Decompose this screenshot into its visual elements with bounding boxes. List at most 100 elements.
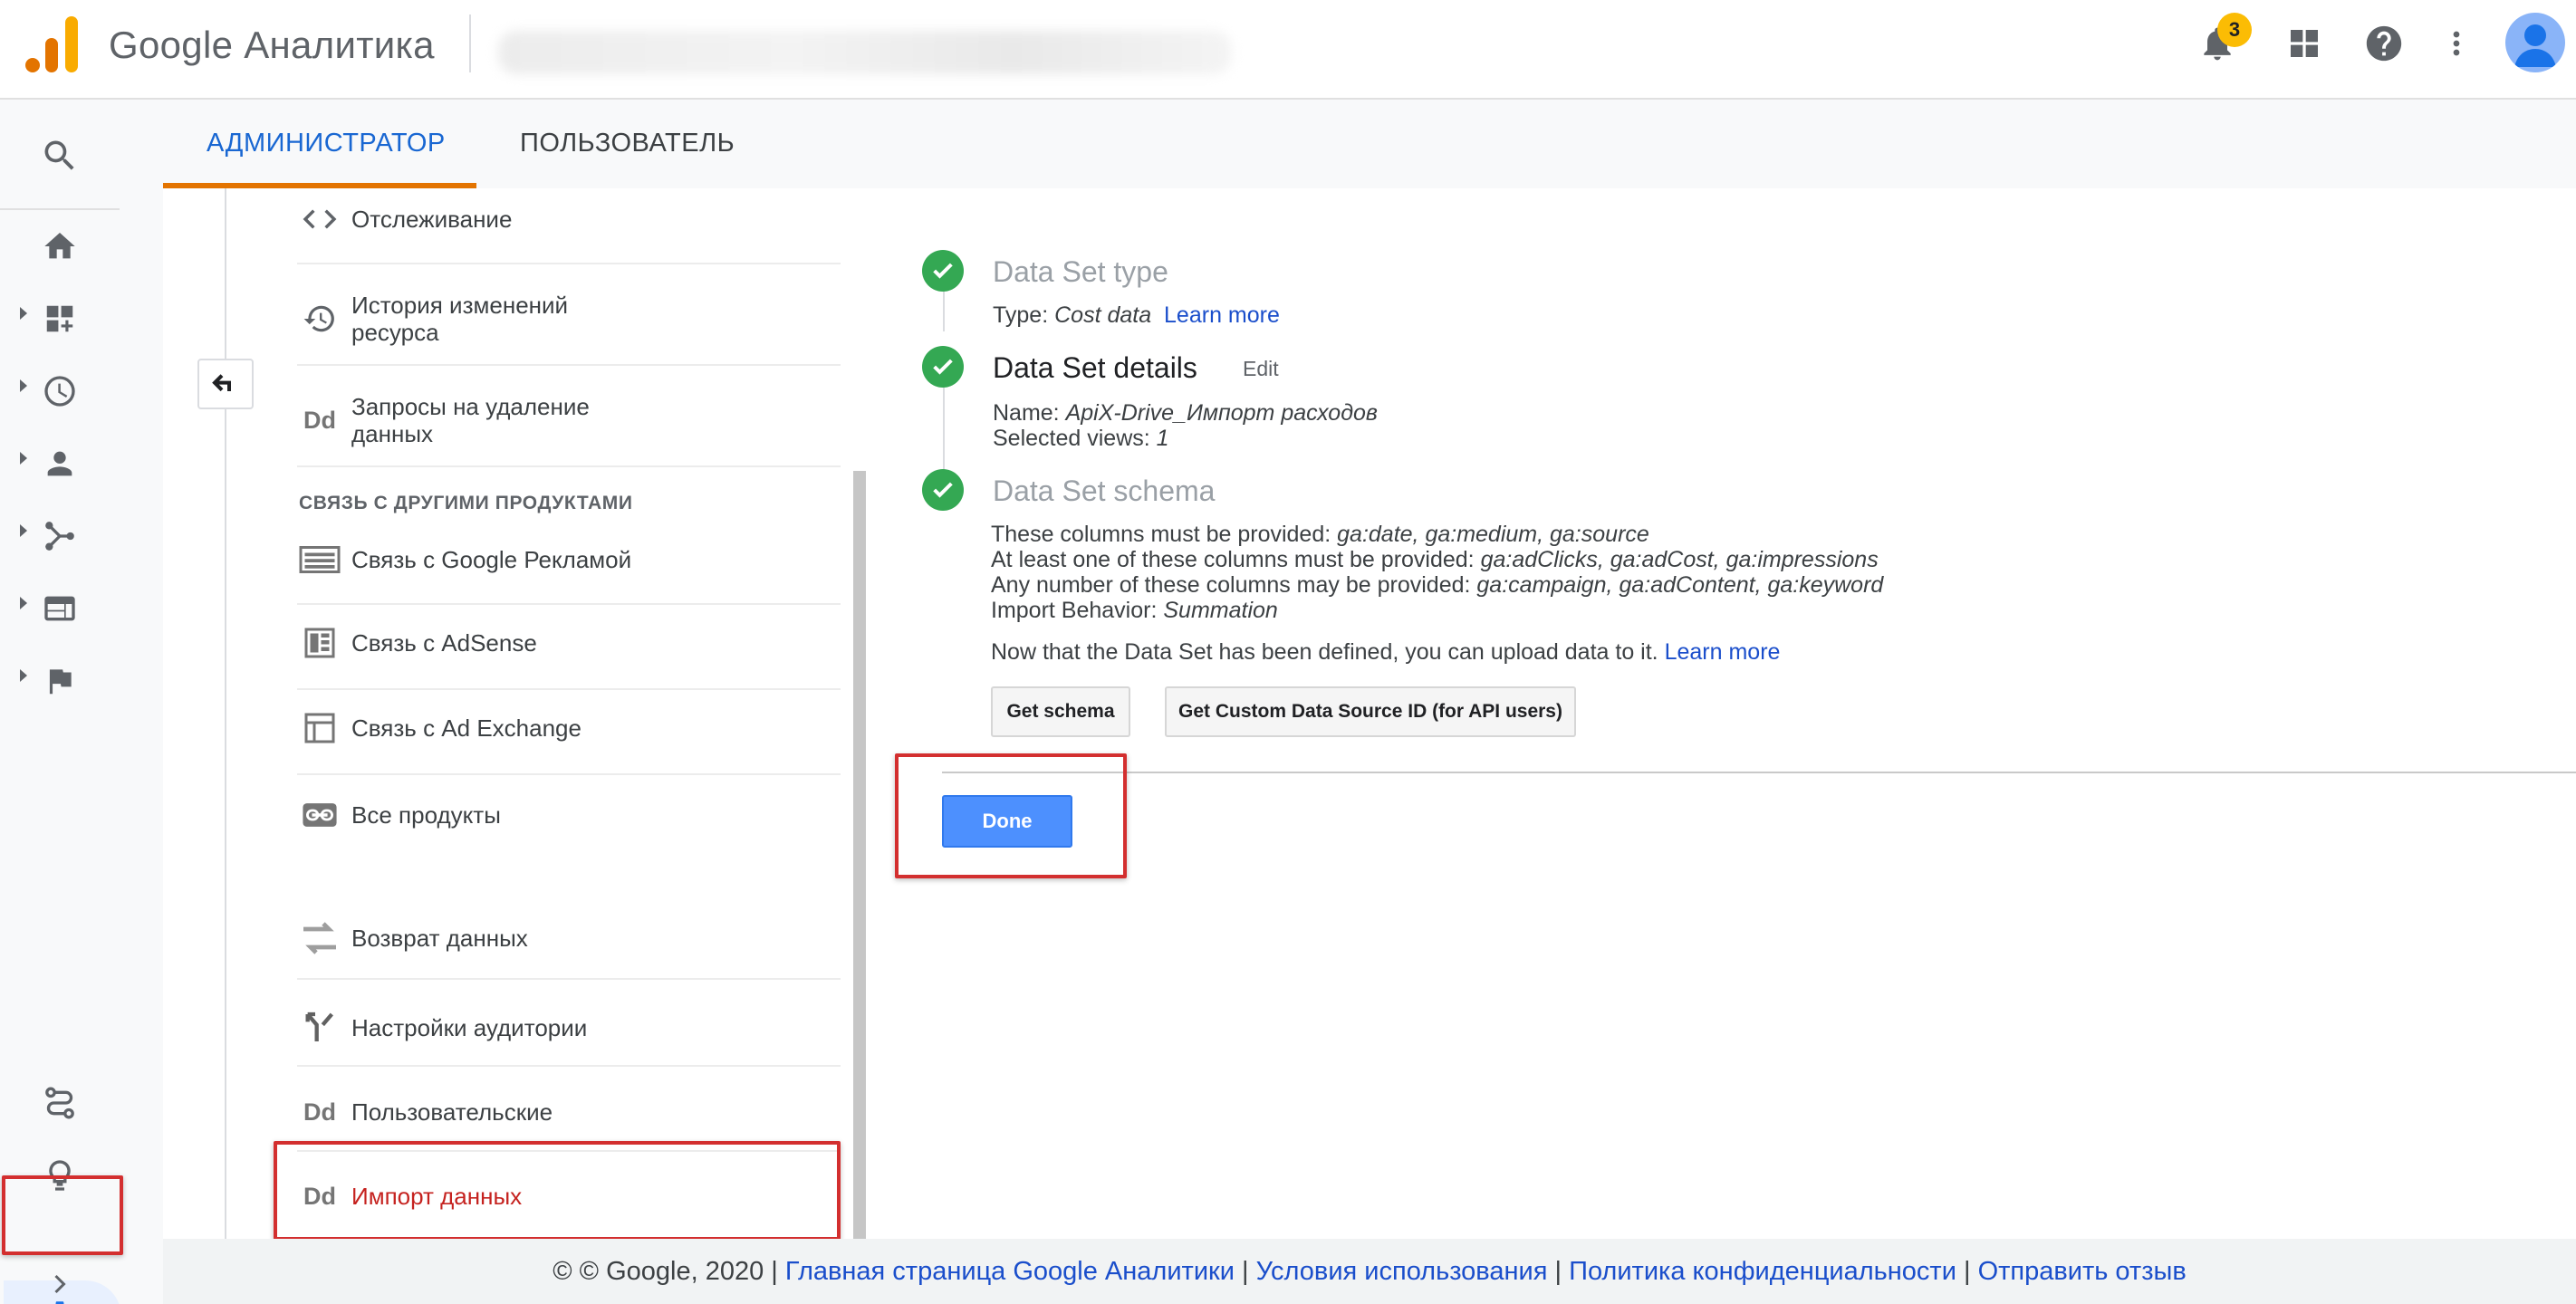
nav-item-label: Отслеживание xyxy=(351,206,513,233)
help-icon xyxy=(2366,25,2402,62)
tab-administrator[interactable]: АДМИНИСТРАТОР xyxy=(207,129,446,158)
footer-link-privacy[interactable]: Политика конфиденциальности xyxy=(1569,1257,1956,1287)
column-divider xyxy=(225,188,226,1239)
adsense-icon xyxy=(288,627,351,659)
copyright-text: © © Google, 2020 xyxy=(553,1256,764,1286)
nav-item-label: Связь с Google Рекламой xyxy=(351,546,632,573)
nav-item-audience-settings[interactable]: Настройки аудитории xyxy=(288,1007,841,1049)
chevron-right-icon xyxy=(54,1274,66,1294)
analytics-logo-icon[interactable] xyxy=(25,14,80,72)
footer-link-feedback[interactable]: Отправить отзыв xyxy=(1978,1257,2187,1287)
nav-item-label: Запросы на удаление данных xyxy=(351,393,590,447)
rail-conversions[interactable] xyxy=(0,648,120,714)
rail-behavior[interactable] xyxy=(0,576,120,641)
brand-title[interactable]: Google Аналитика xyxy=(109,24,435,67)
done-highlight-box xyxy=(895,753,1127,878)
clock-icon xyxy=(44,376,75,407)
get-custom-data-source-id-button[interactable]: Get Custom Data Source ID (for API users… xyxy=(1165,686,1576,737)
adexchange-icon xyxy=(288,712,351,744)
footer-link-analytics-home[interactable]: Главная страница Google Аналитики xyxy=(785,1257,1235,1287)
person-icon xyxy=(47,451,72,476)
nav-item-all-products[interactable]: Все продукты xyxy=(288,797,841,833)
nav-item-google-ads-link[interactable]: Связь с Google Рекламой xyxy=(288,542,841,578)
fork-icon xyxy=(288,1010,351,1046)
step-title-data-set-type[interactable]: Data Set type xyxy=(993,255,1168,289)
footer-link-terms[interactable]: Условия использования xyxy=(1256,1257,1548,1287)
more-options-button[interactable] xyxy=(2431,18,2482,69)
edit-link[interactable]: Edit xyxy=(1243,357,1279,381)
top-header: Google Аналитика 3 xyxy=(0,0,2576,100)
more-vert-icon xyxy=(2453,31,2460,56)
nav-divider xyxy=(297,603,841,605)
footer-separator: | xyxy=(1547,1256,1570,1286)
swap-icon xyxy=(288,916,351,960)
tab-user[interactable]: ПОЛЬЗОВАТЕЛЬ xyxy=(520,129,735,158)
help-button[interactable] xyxy=(2359,18,2409,69)
back-button[interactable] xyxy=(197,359,254,409)
nav-item-label: Связь с Ad Exchange xyxy=(351,714,582,742)
admin-content: Отслеживание История изменений ресурса D… xyxy=(163,188,2576,1241)
nav-divider xyxy=(297,364,841,366)
apps-button[interactable] xyxy=(2279,18,2330,69)
nav-divider xyxy=(297,773,841,775)
rail-realtime[interactable] xyxy=(0,359,120,424)
check-circle-icon xyxy=(922,250,964,292)
step-title-data-set-details[interactable]: Data Set details xyxy=(993,351,1197,385)
search-icon xyxy=(44,140,74,170)
nav-item-tracking[interactable]: Отслеживание xyxy=(288,203,841,235)
learn-more-link[interactable]: Learn more xyxy=(1164,302,1280,328)
ads-icon xyxy=(288,546,351,573)
dd-icon: Dd xyxy=(303,1098,336,1126)
check-circle-icon xyxy=(922,469,964,511)
route-icon xyxy=(45,1087,74,1119)
code-icon xyxy=(288,206,351,232)
app-root: Google Аналитика 3 АДМИНИСТРАТОР ПОЛЬЗОВ… xyxy=(0,0,2576,1304)
nav-item-label: История изменений ресурса xyxy=(351,292,569,346)
account-selector[interactable] xyxy=(498,31,1232,74)
section-header-product-linking: СВЯЗЬ С ДРУГИМИ ПРОДУКТАМИ xyxy=(299,493,633,513)
rail-expand[interactable] xyxy=(0,1257,120,1304)
form-divider xyxy=(942,772,2576,773)
rail-attribution[interactable] xyxy=(0,1070,120,1136)
footer-separator: | xyxy=(1956,1256,1978,1286)
user-avatar[interactable] xyxy=(2505,13,2565,72)
schema-required-line: These columns must be provided: ga:date,… xyxy=(991,522,1649,547)
nav-item-adexchange-link[interactable]: Связь с Ad Exchange xyxy=(288,710,841,746)
nav-item-custom-definitions[interactable]: Dd Пользовательские xyxy=(288,1092,841,1132)
import-behavior-line: Import Behavior: Summation xyxy=(991,598,1278,623)
apps-grid-icon xyxy=(2291,30,2318,57)
learn-more-link[interactable]: Learn more xyxy=(1665,639,1781,665)
nav-divider xyxy=(297,263,841,264)
rail-audience[interactable] xyxy=(0,431,120,496)
history-icon xyxy=(288,302,351,336)
arrow-back-icon xyxy=(212,374,231,392)
get-schema-button[interactable]: Get schema xyxy=(991,686,1130,737)
nav-item-label: Настройки аудитории xyxy=(351,1014,588,1041)
rail-home[interactable] xyxy=(0,214,120,279)
nav-item-label: Возврат данных xyxy=(351,925,528,952)
nav-item-label: Все продукты xyxy=(351,801,501,829)
nav-divider xyxy=(297,465,841,467)
acquisition-icon xyxy=(45,522,74,551)
step-title-data-set-schema[interactable]: Data Set schema xyxy=(993,475,1215,508)
rail-divider xyxy=(0,208,120,210)
upload-note-line: Now that the Data Set has been defined, … xyxy=(991,639,1781,665)
dashboard-add-icon xyxy=(46,305,73,332)
nav-item-adsense-link[interactable]: Связь с AdSense xyxy=(288,625,841,661)
nav-item-deletion-requests[interactable]: Dd Запросы на удаление данных xyxy=(288,391,841,449)
header-divider xyxy=(469,14,471,72)
link-icon xyxy=(288,801,351,829)
nav-scrollbar[interactable] xyxy=(853,471,866,1239)
admin-highlight-box xyxy=(2,1175,123,1255)
rail-customization[interactable] xyxy=(0,286,120,351)
data-set-name-line: Name: ApiX-Drive_Импорт расходов xyxy=(993,400,1378,426)
rail-search[interactable] xyxy=(0,123,120,188)
schema-at-least-one-line: At least one of these columns must be pr… xyxy=(991,547,1879,572)
person-avatar-icon xyxy=(2514,24,2556,67)
schema-optional-line: Any number of these columns may be provi… xyxy=(991,572,1884,598)
nav-item-change-history[interactable]: История изменений ресурса xyxy=(288,290,841,348)
nav-divider xyxy=(297,1065,841,1067)
flag-icon xyxy=(49,669,72,695)
nav-item-data-return[interactable]: Возврат данных xyxy=(288,913,841,964)
rail-acquisition[interactable] xyxy=(0,503,120,569)
